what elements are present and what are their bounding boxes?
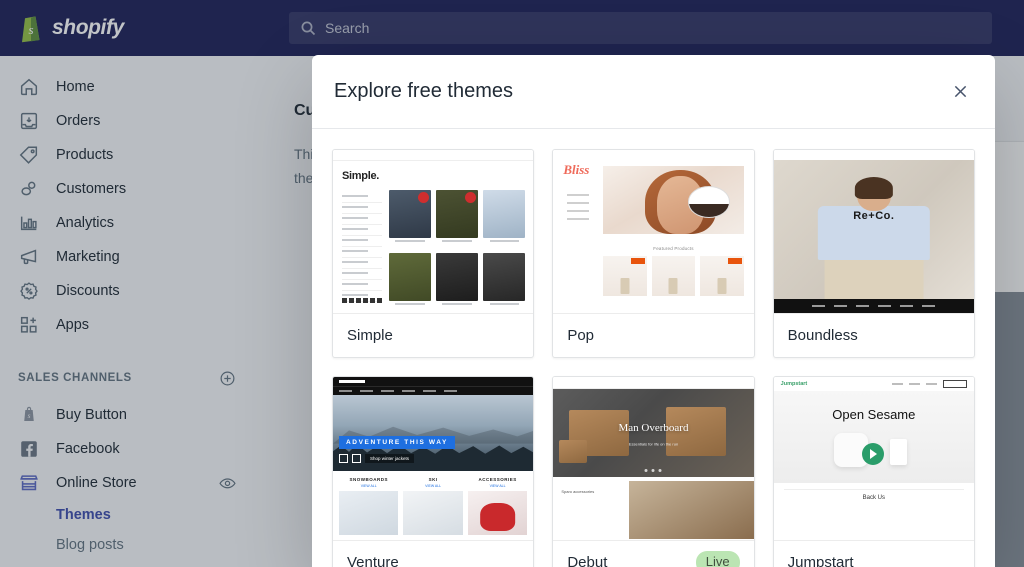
themes-grid-container[interactable]: Simple. Simple Bliss Featured Products P… (312, 129, 995, 567)
theme-name: Jumpstart (787, 554, 854, 567)
theme-card-jumpstart[interactable]: Jumpstart Open Sesame Back Us Jumpstart (772, 376, 975, 567)
theme-thumbnail: Simple. (333, 150, 534, 313)
theme-thumbnail: ADVENTURE THIS WAY Shop winter jackets S… (333, 377, 534, 540)
modal-header: Explore free themes (312, 55, 995, 129)
close-icon[interactable] (947, 79, 973, 105)
preview-hero-sub: Essentials for life on the run (628, 441, 679, 447)
debut-preview: Man Overboard Essentials for life on the… (553, 377, 754, 540)
theme-card-simple[interactable]: Simple. Simple (332, 149, 535, 358)
app-root: Current theme This is the theme customer… (0, 0, 1024, 567)
preview-category-link: VIEW ALL (425, 484, 442, 488)
theme-card-venture[interactable]: ADVENTURE THIS WAY Shop winter jackets S… (332, 376, 535, 567)
preview-category-name: SKI (428, 477, 438, 482)
simple-preview: Simple. (333, 150, 534, 313)
preview-hero-title: Open Sesame (832, 407, 916, 422)
preview-category-link: VIEW ALL (489, 484, 506, 488)
theme-thumbnail: Re+Co. (773, 150, 974, 313)
theme-card-footer: Boundless (773, 313, 974, 357)
preview-store-name: Jumpstart (780, 381, 808, 387)
theme-card-footer: Venture (333, 540, 534, 567)
preview-category-name: SNOWBOARDS (349, 477, 388, 482)
theme-name: Boundless (787, 327, 858, 344)
theme-card-debut[interactable]: Man Overboard Essentials for life on the… (552, 376, 755, 567)
theme-thumbnail: Man Overboard Essentials for life on the… (553, 377, 754, 540)
status-badge: Live (695, 551, 740, 567)
preview-button-text: Shop winter jackets (365, 454, 415, 463)
preview-category-link: VIEW ALL (360, 484, 377, 488)
preview-category-name: ACCESSORIES (478, 477, 517, 482)
theme-card-footer: Pop (553, 313, 754, 357)
theme-card-footer: Jumpstart (773, 540, 974, 567)
themes-grid: Simple. Simple Bliss Featured Products P… (332, 149, 975, 567)
theme-name: Pop (567, 327, 595, 344)
preview-store-name: Bliss (563, 162, 590, 177)
explore-themes-modal: Explore free themes Simple. Simple Bliss… (312, 55, 995, 567)
preview-section-title: Sparo accessories (561, 489, 595, 494)
preview-store-name: Simple. (342, 170, 380, 182)
preview-hero-text: Re+Co. (853, 210, 895, 223)
theme-card-footer: Simple (333, 313, 534, 357)
jumpstart-preview: Jumpstart Open Sesame Back Us (773, 377, 974, 540)
theme-name: Venture (347, 554, 399, 567)
theme-card-footer: Debut Live (553, 540, 754, 567)
modal-title: Explore free themes (334, 80, 513, 102)
pop-preview: Bliss Featured Products (553, 150, 753, 313)
theme-card-pop[interactable]: Bliss Featured Products Pop (552, 149, 755, 358)
theme-card-boundless[interactable]: Re+Co. Boundless (772, 149, 975, 358)
preview-section-title: Back Us (862, 495, 885, 501)
play-icon (861, 443, 884, 465)
theme-thumbnail: Jumpstart Open Sesame Back Us (773, 377, 974, 540)
theme-name: Simple (347, 327, 393, 344)
theme-thumbnail: Bliss Featured Products (553, 150, 754, 313)
preview-hero-title: Man Overboard (618, 421, 689, 434)
venture-preview: ADVENTURE THIS WAY Shop winter jackets S… (333, 377, 534, 540)
theme-name: Debut (567, 554, 608, 567)
preview-banner-text: ADVENTURE THIS WAY (339, 436, 455, 449)
boundless-preview: Re+Co. (773, 150, 974, 313)
preview-section-title: Featured Products (653, 246, 694, 251)
